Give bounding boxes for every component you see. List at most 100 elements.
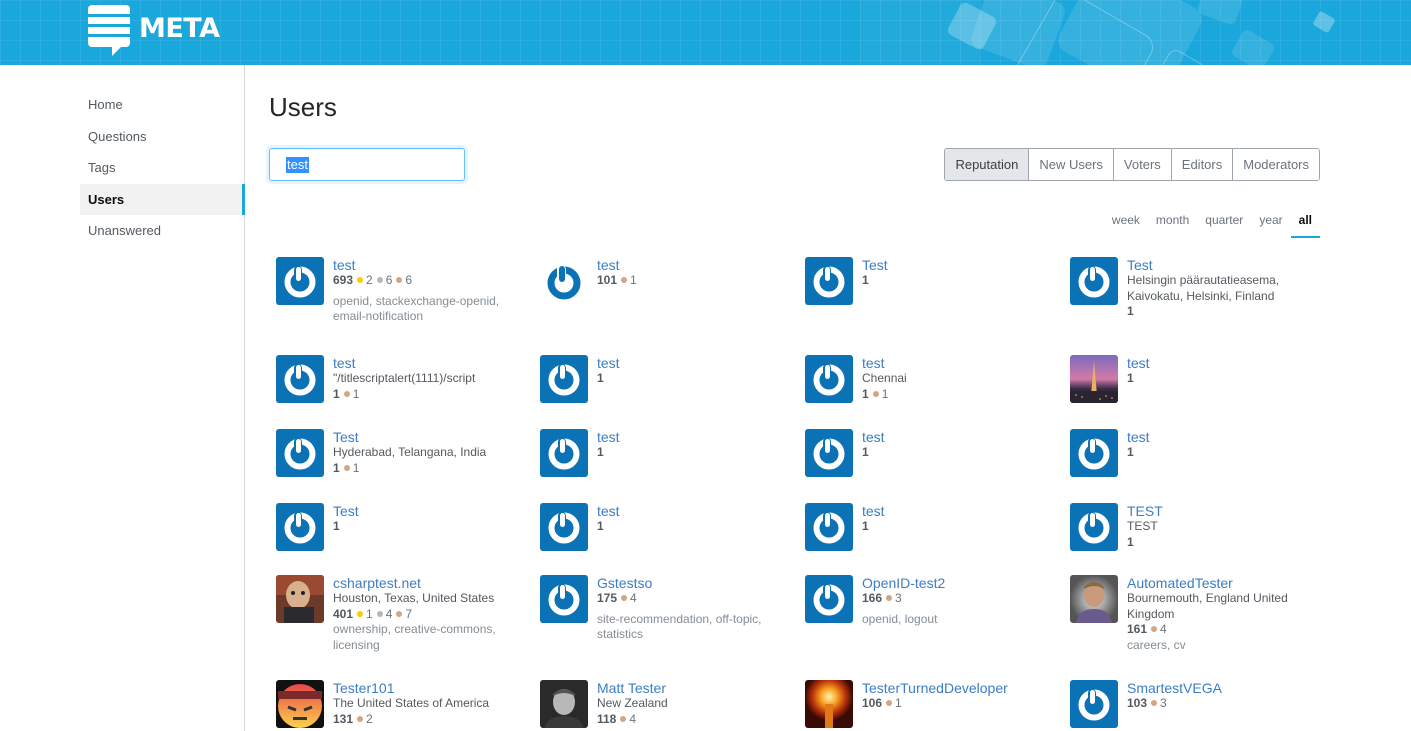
default-avatar-icon[interactable] [276,355,324,403]
default-avatar-icon[interactable] [276,503,324,551]
default-avatar-icon[interactable] [276,257,324,305]
reputation-score: 103 [1127,696,1148,710]
reputation-score: 118 [597,711,617,726]
user-name-link[interactable]: test [1127,429,1317,445]
user-name-link[interactable]: test [862,355,1052,371]
user-name-link[interactable]: Gstestso [597,575,787,591]
tab-reputation[interactable]: Reputation [945,149,1029,180]
user-name-link[interactable]: test [597,503,787,519]
user-name-link[interactable]: test [333,355,523,371]
user-name-link[interactable]: test [1127,355,1317,371]
user-name-link[interactable]: Matt Tester [597,680,787,696]
badge-bronze-count: 1 [352,386,360,401]
tab-new-users[interactable]: New Users [1028,149,1113,180]
user-avatar-photo[interactable] [540,680,588,728]
reputation-score: 1 [862,519,869,533]
user-name-link[interactable]: test [597,257,787,273]
default-avatar-icon[interactable] [1070,680,1118,728]
default-avatar-icon[interactable] [805,355,853,403]
user-name-link[interactable]: AutomatedTester [1127,575,1317,591]
user-name-link[interactable]: Tester101 [333,680,523,696]
user-avatar-photo[interactable] [276,575,324,623]
nav-item-unanswered[interactable]: Unanswered [80,215,245,247]
user-details: test Chennai 1 1 [862,355,1052,403]
user-name-link[interactable]: Test [1127,257,1317,273]
default-avatar-icon[interactable] [805,257,853,305]
filter-all[interactable]: all [1290,209,1320,238]
user-reputation-row: 1 [1127,304,1317,320]
badge-bronze-icon [396,277,403,283]
default-avatar-icon[interactable] [540,575,588,623]
default-avatar-icon[interactable] [540,355,588,403]
nav-item-tags[interactable]: Tags [80,152,245,184]
default-avatar-icon[interactable] [1070,257,1118,305]
default-avatar-icon[interactable] [805,429,853,477]
user-search-input[interactable] [269,148,465,181]
user-name-link[interactable]: SmartestVEGA [1127,680,1317,696]
badge-bronze-count: 2 [366,711,373,726]
user-avatar-photo[interactable] [1070,575,1118,623]
default-avatar-icon[interactable] [276,429,324,477]
user-avatar-photo[interactable] [805,680,853,728]
user-reputation-row: 1 [862,519,1052,535]
primary-nav: Home Questions Tags Users Unanswered [80,89,245,247]
user-details: TesterTurnedDeveloper 106 1 [862,680,1052,728]
user-name-link[interactable]: Test [333,429,523,445]
badge-bronze: 3 [1151,696,1167,710]
user-name-link[interactable]: test [597,429,787,445]
badge-gold: 2 [357,273,373,287]
user-name-link[interactable]: Test [862,257,1052,273]
default-avatar-icon[interactable] [805,575,853,623]
user-name-link[interactable]: csharptest.net [333,575,523,591]
reputation-score: 131 [333,711,354,726]
user-details: test 101 1 [597,257,787,305]
user-name-link[interactable]: test [862,503,1052,519]
badge-bronze-icon [872,390,879,397]
tab-voters[interactable]: Voters [1112,149,1171,180]
site-logo[interactable]: META [88,5,220,56]
default-avatar-icon[interactable] [1070,429,1118,477]
tab-moderators[interactable]: Moderators [1232,149,1319,180]
user-reputation-row: 131 2 [333,712,523,728]
tab-editors[interactable]: Editors [1170,149,1233,180]
nav-item-questions[interactable]: Questions [80,121,245,153]
user-details: Test 1 [862,257,1052,305]
filter-quarter[interactable]: quarter [1197,209,1251,238]
filter-month[interactable]: month [1148,209,1197,238]
nav-item-home[interactable]: Home [80,89,245,121]
user-card: test Chennai 1 1 [805,355,1060,403]
user-location: Houston, Texas, United States [333,591,495,605]
user-details: Tester101 The United States of America 131… [333,680,523,728]
user-details: Matt Tester New Zealand 118 4 [597,680,787,728]
user-name-link[interactable]: OpenID-test2 [862,575,1052,591]
user-card: OpenID-test2 166 3 openid, logout [805,575,1060,627]
user-location: New Zealand [597,696,668,710]
default-avatar-icon[interactable] [540,429,588,477]
filter-week[interactable]: week [1104,209,1148,238]
user-name-link[interactable]: Test [333,503,523,519]
nav-item-users[interactable]: Users [80,183,245,215]
filter-year[interactable]: year [1251,209,1290,238]
user-name-link[interactable]: TEST [1127,503,1317,519]
user-avatar-photo[interactable] [1070,355,1118,403]
meta-logo-icon [88,5,130,56]
user-avatar-photo[interactable] [276,680,324,728]
user-card: test 693 2 6 6 openid, stackexchange-openid, … [276,257,531,325]
default-avatar-icon[interactable] [1070,503,1118,551]
user-name-link[interactable]: test [597,355,787,371]
default-avatar-icon[interactable] [540,257,588,305]
user-reputation-row: 401 1 4 7 [333,607,523,623]
badge-bronze: 6 [396,273,412,287]
badge-bronze-icon [343,464,350,471]
badge-gold-icon [357,277,364,283]
user-name-link[interactable]: test [862,429,1052,445]
reputation-score: 1 [597,371,604,385]
default-avatar-icon[interactable] [540,503,588,551]
user-name-link[interactable]: TesterTurnedDeveloper [862,680,1052,696]
badge-silver-count: 4 [385,606,393,621]
badge-bronze: 4 [1151,622,1167,636]
user-name-link[interactable]: test [333,257,523,273]
user-details: test 1 [1127,355,1317,403]
user-card: TesterTurnedDeveloper 106 1 [805,680,1060,728]
default-avatar-icon[interactable] [805,503,853,551]
